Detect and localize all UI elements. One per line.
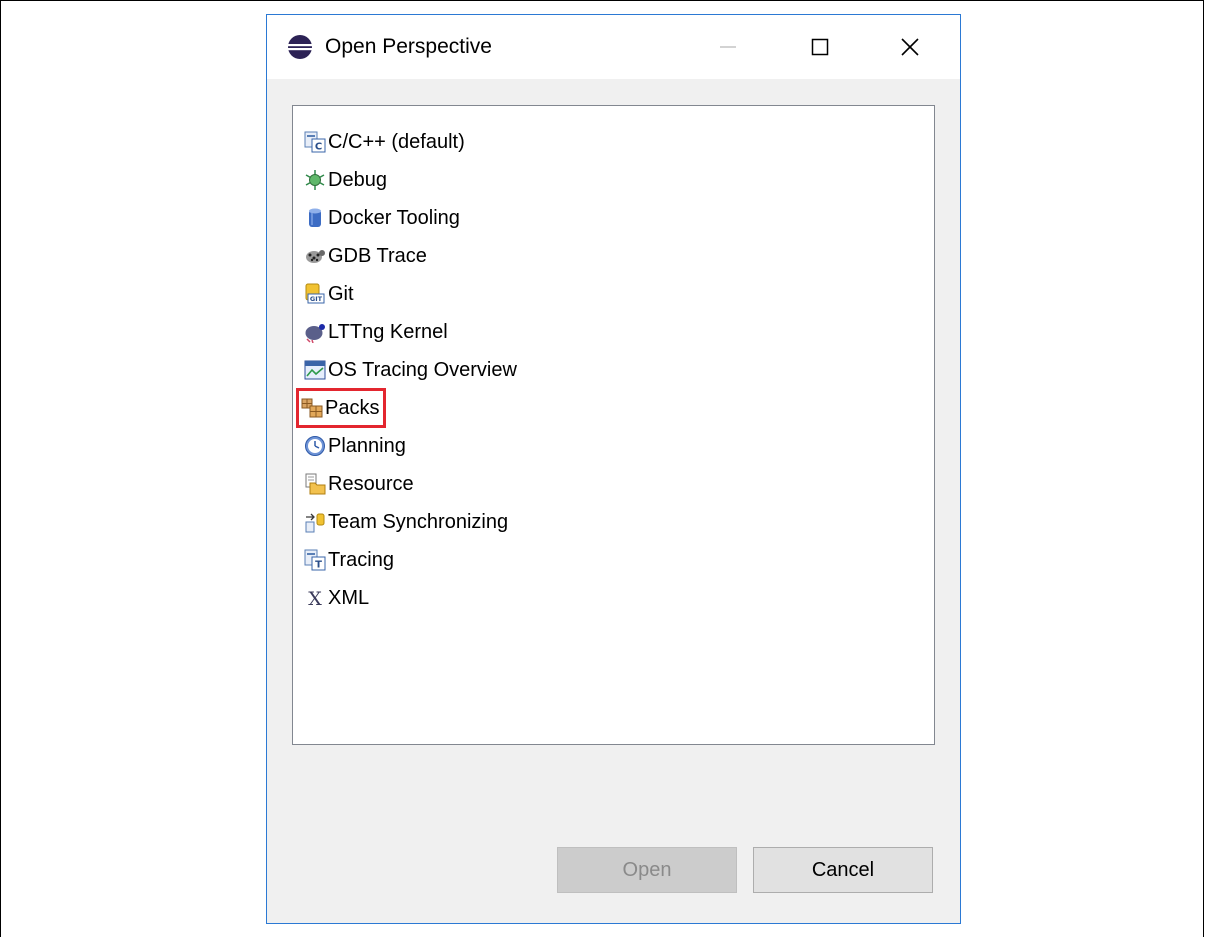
team-sync-icon — [305, 513, 325, 533]
docker-cylinder-icon — [309, 208, 321, 227]
list-item-lttng-kernel[interactable]: LTTng Kernel — [304, 315, 448, 349]
list-item-label: Git — [328, 282, 354, 305]
minimize-button[interactable] — [705, 25, 751, 69]
list-item-label: Tracing — [328, 548, 394, 571]
git-icon: GIT — [305, 283, 325, 304]
svg-text:X: X — [308, 588, 322, 609]
close-icon — [901, 38, 919, 56]
svg-text:C: C — [315, 142, 322, 153]
lttng-kernel-icon — [305, 324, 325, 343]
list-item-label: Resource — [328, 472, 414, 495]
close-button[interactable] — [887, 25, 933, 69]
list-item-resource[interactable]: Resource — [304, 467, 414, 501]
minimize-icon — [720, 46, 736, 48]
svg-text:GIT: GIT — [310, 295, 323, 303]
svg-text:T: T — [315, 560, 322, 571]
cpp-perspective-icon: C — [304, 131, 326, 153]
list-item-label: GDB Trace — [328, 244, 427, 267]
eclipse-icon — [288, 35, 312, 59]
list-item-xml[interactable]: X XML — [304, 581, 369, 615]
open-button[interactable]: Open — [557, 847, 737, 893]
list-item-packs[interactable]: Packs — [295, 388, 387, 428]
planning-clock-icon — [305, 436, 325, 456]
debug-bug-icon — [305, 170, 325, 190]
list-item-label: Team Synchronizing — [328, 510, 509, 533]
resource-folder-icon — [305, 473, 326, 495]
list-item-gdb-trace[interactable]: GDB Trace — [304, 239, 427, 273]
list-item-label: LTTng Kernel — [328, 320, 448, 343]
open-perspective-dialog: Open Perspective C C/C++ (default) Debug… — [266, 14, 961, 924]
os-tracing-icon — [304, 360, 326, 380]
list-item-tracing[interactable]: T Tracing — [304, 543, 394, 577]
gdb-trace-icon — [306, 250, 325, 263]
list-item-debug[interactable]: Debug — [304, 163, 387, 197]
list-item-label: Debug — [328, 168, 387, 191]
tracing-icon: T — [304, 549, 326, 571]
list-item-cpp[interactable]: C C/C++ (default) — [304, 125, 465, 159]
title-bar[interactable]: Open Perspective — [267, 15, 960, 79]
list-item-git[interactable]: GIT Git — [304, 277, 354, 311]
list-item-docker-tooling[interactable]: Docker Tooling — [304, 201, 460, 235]
list-item-label: Packs — [325, 396, 380, 419]
maximize-button[interactable] — [797, 25, 843, 69]
list-item-label: Planning — [328, 434, 406, 457]
cancel-button[interactable]: Cancel — [753, 847, 933, 893]
xml-icon: X — [308, 588, 322, 609]
maximize-icon — [811, 38, 829, 56]
list-item-label: Docker Tooling — [328, 206, 460, 229]
list-item-label: OS Tracing Overview — [328, 358, 517, 381]
dialog-title: Open Perspective — [325, 35, 492, 58]
list-item-label: C/C++ (default) — [328, 130, 465, 153]
packs-icon — [301, 398, 323, 418]
list-item-label: XML — [328, 586, 370, 609]
list-item-os-tracing-overview[interactable]: OS Tracing Overview — [304, 353, 517, 387]
list-item-planning[interactable]: Planning — [304, 429, 406, 463]
list-item-team-synchronizing[interactable]: Team Synchronizing — [304, 505, 508, 539]
perspective-list[interactable]: C C/C++ (default) Debug Docker Tooling G… — [292, 105, 935, 745]
